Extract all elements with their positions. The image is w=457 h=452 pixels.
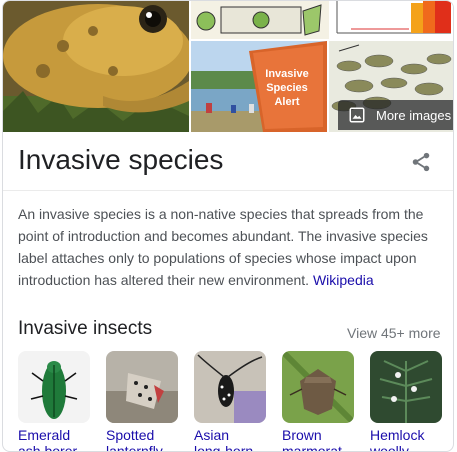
image-gallery: Invasive Species Alert More images: [3, 1, 453, 132]
section-title: Invasive insects: [18, 318, 153, 339]
entity-description: An invasive species is a non-native spec…: [18, 203, 443, 291]
image-icon: [349, 107, 365, 123]
gallery-image-cane-toad[interactable]: [3, 1, 189, 132]
insect-thumb: [282, 351, 354, 423]
insect-label-line: long-horn: [194, 443, 254, 452]
insect-label-line: Spotted: [106, 427, 155, 443]
gallery-image-cartoon[interactable]: [191, 1, 329, 39]
more-images-button[interactable]: More images: [338, 100, 453, 130]
insect-label: Brown marmorat: [282, 427, 362, 452]
insect-label: Emerald ash borer: [18, 427, 98, 452]
insect-thumb: [18, 351, 90, 423]
knowledge-panel: Invasive Species Alert More images Invas…: [2, 0, 454, 452]
sign-text-2: Species: [266, 82, 308, 94]
insect-label-line: Hemlock: [370, 427, 425, 443]
wikipedia-link[interactable]: Wikipedia: [313, 272, 374, 288]
insect-card-spotted-lanternfly[interactable]: Spotted lanternfly: [106, 351, 180, 451]
insect-card-hemlock-woolly[interactable]: Hemlock woolly: [370, 351, 444, 451]
sign-text-3: Alert: [274, 96, 299, 108]
insect-label-line: ash borer: [18, 443, 78, 452]
insect-label-line: marmorat: [282, 443, 342, 452]
insect-label-line: Brown: [282, 427, 322, 443]
insect-carousel: Emerald ash borer Spotted lanternfly Asi…: [3, 351, 453, 451]
insect-card-brown-marmorated[interactable]: Brown marmorat: [282, 351, 356, 451]
gallery-image-chart[interactable]: [331, 1, 453, 39]
insect-thumb: [370, 351, 442, 423]
insect-label: Spotted lanternfly: [106, 427, 186, 452]
more-images-label: More images: [376, 107, 452, 123]
insect-label-line: Asian: [194, 427, 230, 443]
sign-text-1: Invasive: [265, 68, 308, 80]
insect-thumb: [106, 351, 178, 423]
insect-card-emerald-ash-borer[interactable]: Emerald ash borer: [18, 351, 92, 451]
insect-label-line: woolly: [370, 443, 409, 452]
share-icon[interactable]: [410, 151, 432, 173]
insect-thumb: [194, 351, 266, 423]
insect-label-line: lanternfly: [106, 443, 163, 452]
title-row: Invasive species: [3, 132, 453, 191]
insect-label: Hemlock woolly: [370, 427, 450, 452]
insect-label-line: Emerald: [18, 427, 71, 443]
entity-title: Invasive species: [18, 144, 224, 175]
insect-card-asian-longhorned[interactable]: Asian long-horn: [194, 351, 268, 451]
view-more-link[interactable]: View 45+ more: [347, 325, 441, 341]
gallery-image-lake[interactable]: Invasive Species Alert: [191, 41, 327, 132]
insect-label: Asian long-horn: [194, 427, 274, 452]
